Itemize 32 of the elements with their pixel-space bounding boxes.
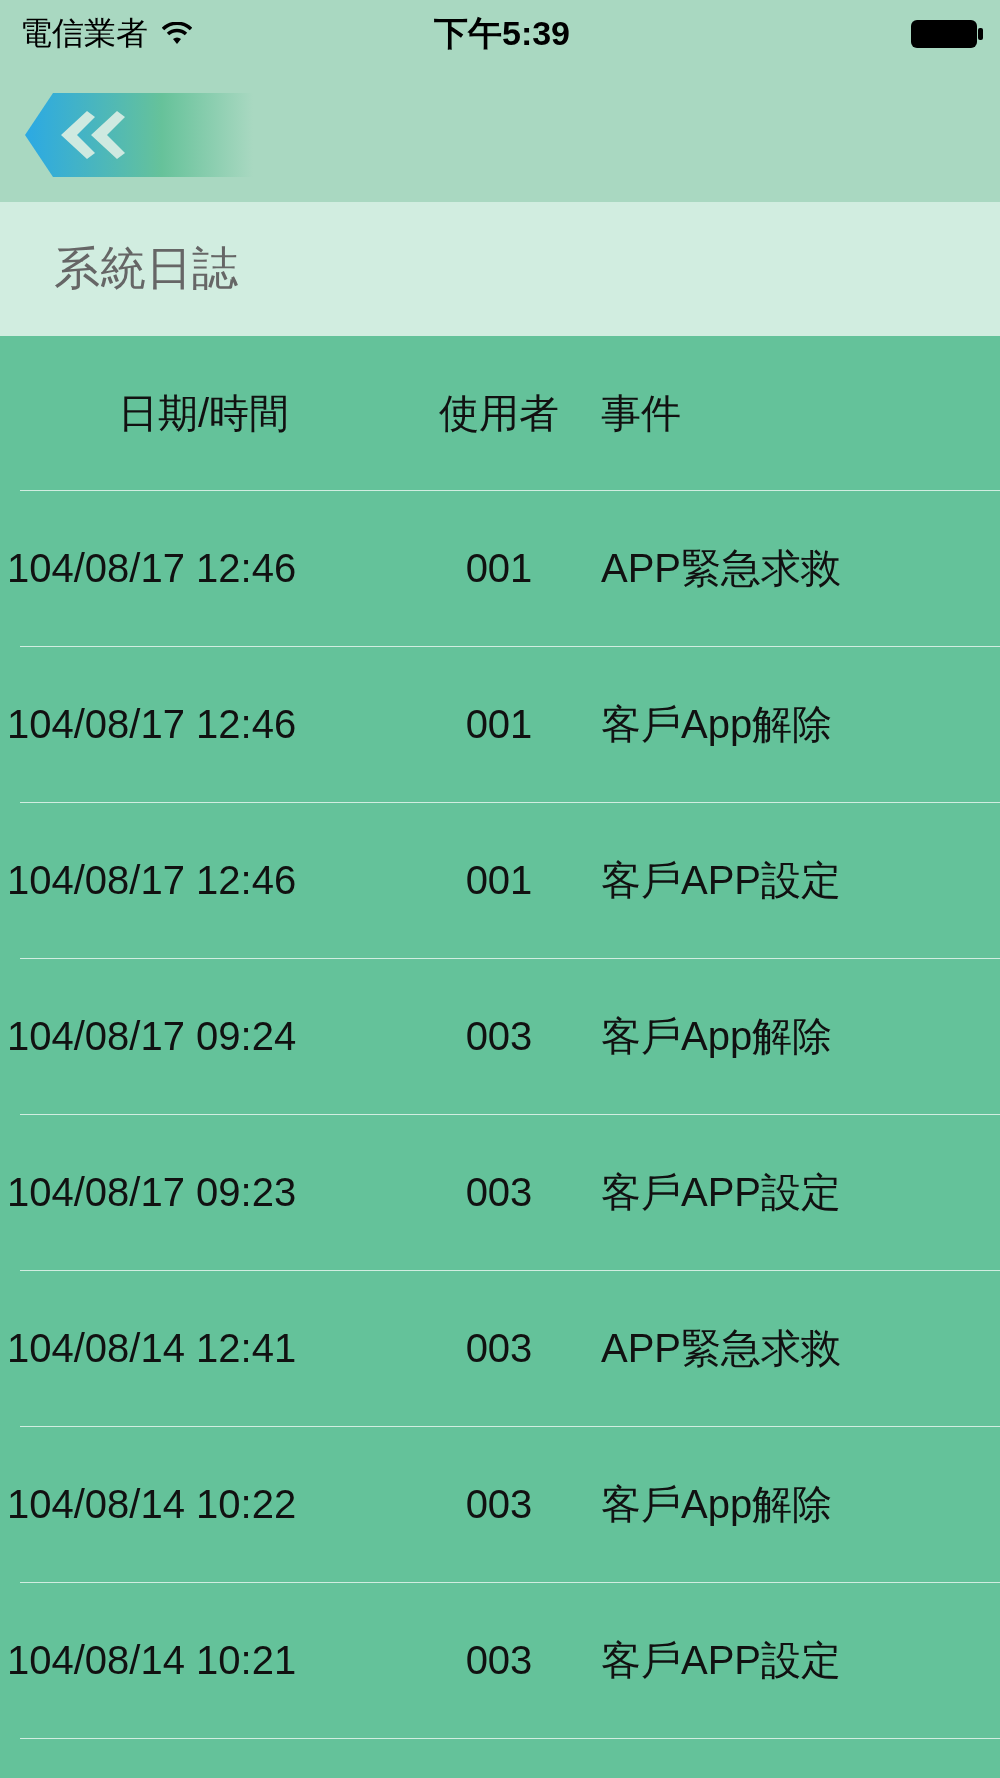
carrier-name: 電信業者 [20,14,148,53]
column-header: 使用者 [438,389,560,437]
table-cell-text: 104/08/17 12:46 [7,858,298,903]
status-time: 下午5:39 [433,13,571,54]
table-cell-text: 003 [464,1482,534,1527]
table-cell-text: 客戶App解除 [601,701,834,748]
table-cell-text: 客戶APP設定 [601,1169,843,1216]
table-cell-text: 104/08/14 10:22 [7,1482,298,1527]
table-cell-text: 104/08/17 12:46 [7,546,298,591]
table-cell-text: 003 [464,1170,534,1215]
wifi-icon [162,22,192,46]
table-cell-text: 104/08/14 10:21 [7,1638,298,1683]
table-cell-text: 客戶App解除 [601,1013,834,1060]
table-cell-text: 003 [464,1638,534,1683]
column-header: 事件 [601,389,682,437]
table-cell-text: 001 [464,858,534,903]
table-cell-text: 104/08/17 09:24 [7,1014,298,1059]
table-cell-text: 客戶APP設定 [601,857,843,904]
table-cell-text: APP緊急求救 [601,545,843,592]
table-cell-text: 客戶APP設定 [601,1637,843,1684]
battery-icon [910,19,984,49]
table-cell-text: 001 [464,702,534,747]
table-cell-text: 客戶App解除 [601,1481,834,1528]
table-cell-text: 003 [464,1014,534,1059]
table-cell-text: APP緊急求救 [601,1325,843,1372]
table-cell-text: 104/08/17 09:23 [7,1170,298,1215]
table-cell-text: 001 [464,546,534,591]
table-cell-text: 003 [464,1326,534,1371]
table-cell-text: 104/08/17 12:46 [7,702,298,747]
column-header: 日期/時間 [116,389,291,437]
table-cell-text: 104/08/14 12:41 [7,1326,298,1371]
page-title: 系統日誌 [54,241,238,296]
